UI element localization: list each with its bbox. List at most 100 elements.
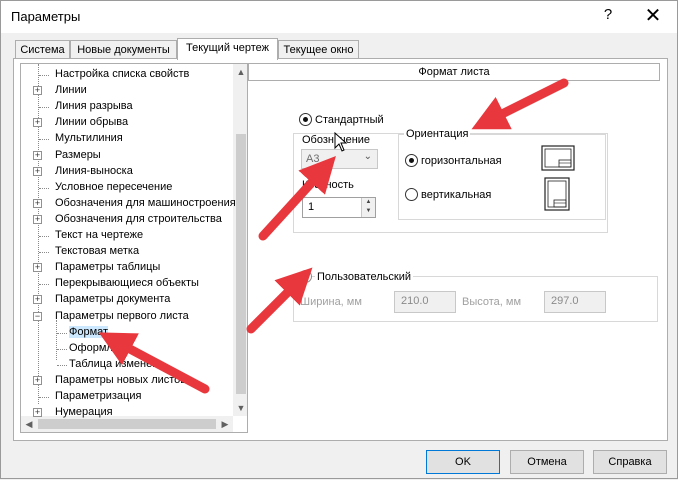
tree-item-label: Параметры новых листов: [55, 373, 187, 386]
tree-item[interactable]: − Параметры первого листа: [21, 309, 233, 325]
expand-icon[interactable]: +: [33, 150, 42, 160]
tree-connector: [39, 236, 49, 237]
expand-icon[interactable]: +: [33, 263, 42, 273]
tree-item-label: Обозначения для машиностроения: [55, 196, 236, 209]
spin-up-icon[interactable]: ▲: [362, 198, 375, 207]
settings-tree[interactable]: ▲ ▼ ◀ ▶ Настройка списка свойств + Линии Ли…: [20, 63, 248, 433]
expand-icon[interactable]: +: [33, 86, 42, 96]
collapse-icon[interactable]: −: [33, 311, 42, 321]
expand-icon[interactable]: +: [33, 166, 42, 176]
multiplicity-value: 1: [308, 201, 315, 213]
multiplicity-label: Кратность: [302, 179, 354, 191]
tree-item-label: Параметры первого листа: [55, 309, 189, 322]
tree-item-label: Линия-выноска: [55, 164, 133, 177]
tree-item[interactable]: + Параметры документа: [21, 292, 233, 308]
tree-item[interactable]: + Параметры таблицы: [21, 260, 233, 276]
tree-item[interactable]: Формат: [21, 325, 233, 341]
tree-item[interactable]: Текстовая метка: [21, 244, 233, 260]
designation-value: A3: [306, 153, 320, 165]
custom-radio[interactable]: [299, 270, 312, 283]
horizontal-label: горизонтальная: [421, 155, 502, 167]
tree-item[interactable]: + Линии: [21, 83, 233, 99]
tab-current-drawing[interactable]: Текущий чертеж: [177, 38, 278, 60]
scroll-up-icon[interactable]: ▲: [233, 64, 247, 80]
title-bar: Параметры ? ✕: [1, 1, 677, 33]
tree-item[interactable]: + Обозначения для строительства: [21, 212, 233, 228]
tab-new-documents[interactable]: Новые документы: [70, 40, 177, 59]
tree-item[interactable]: + Линии обрыва: [21, 115, 233, 131]
tree-connector: [39, 252, 49, 254]
multiplicity-stepper[interactable]: 1 ▲ ▼: [302, 197, 376, 218]
designation-combo[interactable]: A3 ⌄: [301, 149, 378, 169]
expand-icon[interactable]: +: [33, 408, 42, 418]
tab-label: Новые документы: [77, 44, 170, 56]
custom-label: Пользовательский: [315, 271, 413, 283]
tree-item-label: Линии обрыва: [55, 116, 129, 129]
parameters-dialog: Параметры ? ✕ Система Новые документы Те…: [0, 0, 678, 479]
expand-icon[interactable]: +: [33, 118, 42, 128]
expand-icon[interactable]: +: [33, 375, 42, 385]
tree-item[interactable]: Параметризация: [21, 389, 233, 405]
tree-item[interactable]: + Размеры: [21, 148, 233, 164]
width-field[interactable]: 210.0: [394, 291, 456, 313]
tree-connector: [39, 139, 49, 141]
tree-item[interactable]: Перекрывающиеся объекты: [21, 276, 233, 292]
tree-connector: [57, 364, 67, 366]
tree-connector: [57, 348, 67, 350]
tree-item-label: Обозначения для строительства: [55, 212, 222, 225]
expand-icon[interactable]: +: [33, 198, 42, 208]
width-value: 210.0: [401, 295, 429, 307]
tab-panel: ▲ ▼ ◀ ▶ Настройка списка свойств + Линии Ли…: [13, 58, 668, 441]
close-icon[interactable]: ✕: [641, 3, 665, 28]
tab-label: Текущее окно: [283, 44, 354, 56]
mouse-cursor-icon: [334, 132, 348, 152]
expand-icon[interactable]: +: [33, 295, 42, 305]
tree-item-label: Параметризация: [55, 390, 142, 402]
tree-item[interactable]: + Нумерация: [21, 405, 233, 421]
tree-item-label: Текстовая метка: [55, 245, 140, 258]
tab-current-window[interactable]: Текущее окно: [278, 40, 359, 59]
tree-item-label: Таблица изменен: [69, 357, 159, 370]
tab-system[interactable]: Система: [15, 40, 70, 59]
tree-connector: [39, 397, 49, 398]
tab-label: Система: [20, 44, 65, 56]
tree-item-label: Мультилиния: [55, 132, 123, 145]
horizontal-radio[interactable]: [405, 154, 418, 167]
tree-item-label: Формат: [69, 325, 109, 338]
spin-down-icon[interactable]: ▼: [362, 207, 375, 216]
tree-connector: [39, 284, 49, 286]
scroll-down-icon[interactable]: ▼: [233, 400, 247, 416]
spin-buttons: ▲ ▼: [361, 198, 375, 217]
tree-connector: [39, 187, 49, 189]
tree-connector: [39, 75, 49, 76]
scroll-thumb[interactable]: [236, 134, 246, 394]
tree-item[interactable]: Текст на чертеже: [21, 228, 233, 244]
cancel-button[interactable]: Отмена: [510, 450, 584, 474]
help-button[interactable]: Справка: [593, 450, 667, 474]
tree-item[interactable]: + Обозначения для машиностроения: [21, 196, 236, 212]
height-label: Высота, мм: [462, 296, 522, 308]
tree-item[interactable]: Линия разрыва: [21, 99, 233, 115]
tree-item-label: Нумерация: [55, 406, 113, 419]
tree-item[interactable]: + Линия-выноска: [21, 164, 233, 180]
tree-item[interactable]: Оформлени: [21, 341, 233, 357]
vertical-label: вертикальная: [421, 189, 492, 201]
help-icon[interactable]: ?: [599, 6, 617, 23]
expand-icon[interactable]: +: [33, 214, 42, 224]
vertical-radio[interactable]: [405, 188, 418, 201]
height-value: 297.0: [551, 295, 579, 307]
tree-item[interactable]: + Параметры новых листов: [21, 373, 233, 389]
tree-item[interactable]: Настройка списка свойств: [21, 67, 233, 83]
portrait-sheet-icon: [544, 177, 570, 211]
ok-button[interactable]: OK: [426, 450, 500, 474]
height-field[interactable]: 297.0: [544, 291, 606, 313]
tree-item[interactable]: Таблица изменен: [21, 357, 233, 373]
tree-item[interactable]: Условное пересечение: [21, 180, 233, 196]
tree-item[interactable]: Мультилиния: [21, 131, 233, 147]
standard-radio[interactable]: [299, 113, 312, 126]
tree-item-label: Оформлени: [69, 341, 132, 354]
standard-label: Стандартный: [315, 114, 384, 126]
vertical-scrollbar[interactable]: ▲ ▼: [233, 64, 247, 416]
tree-connector: [39, 107, 49, 109]
tree-item-label: Перекрывающиеся объекты: [55, 277, 199, 290]
